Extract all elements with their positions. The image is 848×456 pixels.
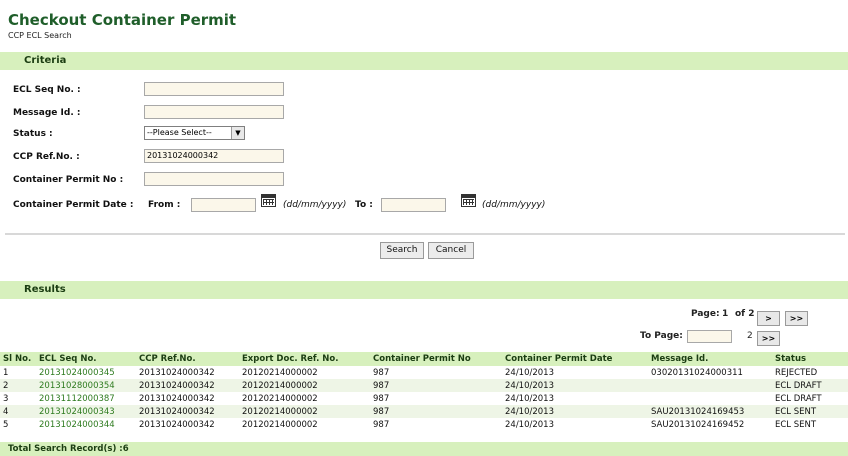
next-page-button[interactable]: > <box>757 311 780 326</box>
criteria-divider <box>5 233 845 235</box>
container-permit-no-input[interactable] <box>144 172 284 186</box>
last-page-button[interactable]: >> <box>785 311 808 326</box>
cell-permit-no: 987 <box>370 379 502 392</box>
cell-ecl-seq-link[interactable]: 20131112000387 <box>36 392 136 405</box>
criteria-title: Criteria <box>24 55 67 66</box>
calendar-icon[interactable] <box>261 194 276 207</box>
cancel-button[interactable]: Cancel <box>428 242 474 259</box>
col-ccp-ref-no: CCP Ref.No. <box>136 352 239 366</box>
message-id-input[interactable] <box>144 105 284 119</box>
message-id-label: Message Id. : <box>13 108 81 118</box>
cell-sl-no: 5 <box>3 419 9 430</box>
cell-export-doc: 20120214000002 <box>242 367 318 378</box>
cell-ecl-seq-link[interactable]: 20131024000345 <box>36 366 136 379</box>
table-row: 2 20131028000354 20131024000342 20120214… <box>0 379 848 392</box>
cell-sl-no: 4 <box>0 405 36 418</box>
container-permit-no-label: Container Permit No : <box>13 175 124 185</box>
ccp-ref-label: CCP Ref.No. : <box>13 152 80 162</box>
total-records-bar: Total Search Record(s) :6 <box>0 442 848 456</box>
col-container-permit-no: Container Permit No <box>370 352 502 366</box>
to-page-max: 2 <box>747 331 753 341</box>
cell-ccp-ref: 20131024000342 <box>139 419 215 430</box>
cell-ccp-ref: 20131024000342 <box>139 367 215 378</box>
status-label: Status : <box>13 129 53 139</box>
page-label: Page: <box>691 309 720 319</box>
page-title: Checkout Container Permit <box>8 11 237 29</box>
page-total: of 2 <box>735 309 755 319</box>
chevron-down-icon[interactable]: ▼ <box>231 127 244 139</box>
cell-permit-no: 987 <box>373 367 390 378</box>
cell-message-id: SAU20131024169452 <box>651 419 745 430</box>
cell-sl-no: 1 <box>3 367 9 378</box>
table-row: 1 20131024000345 20131024000342 20120214… <box>0 366 848 379</box>
ecl-seq-label: ECL Seq No. : <box>13 85 81 95</box>
to-date-format: (dd/mm/yyyy) <box>482 200 546 210</box>
col-message-id: Message Id. <box>648 352 772 366</box>
col-status: Status <box>772 352 848 366</box>
cell-message-id <box>648 379 772 392</box>
cell-status: ECL SENT <box>775 419 817 430</box>
table-header-row: Sl No. ECL Seq No. CCP Ref.No. Export Do… <box>0 352 848 366</box>
cell-status: ECL DRAFT <box>775 393 822 404</box>
page-subtitle: CCP ECL Search <box>8 31 72 40</box>
cell-message-id <box>648 392 772 405</box>
container-permit-date-label: Container Permit Date : <box>13 200 134 210</box>
go-to-page-button[interactable]: >> <box>757 331 780 346</box>
cell-ecl-seq-link[interactable]: 20131028000354 <box>36 379 136 392</box>
cell-ccp-ref: 20131024000342 <box>136 405 239 418</box>
cell-permit-date: 24/10/2013 <box>505 367 554 378</box>
cell-permit-date: 24/10/2013 <box>502 405 648 418</box>
cell-permit-date: 24/10/2013 <box>505 393 554 404</box>
results-header: Results <box>0 281 848 299</box>
cell-status: ECL DRAFT <box>772 379 848 392</box>
col-ecl-seq-no: ECL Seq No. <box>36 352 136 366</box>
to-page-input[interactable] <box>687 330 732 343</box>
results-table: Sl No. ECL Seq No. CCP Ref.No. Export Do… <box>0 352 848 431</box>
cell-status: REJECTED <box>775 367 818 378</box>
cell-export-doc: 20120214000002 <box>242 419 318 430</box>
from-date-format: (dd/mm/yyyy) <box>283 200 347 210</box>
cell-ecl-seq-link[interactable]: 20131024000344 <box>36 418 136 431</box>
status-selected-value: --Please Select-- <box>147 128 212 137</box>
cell-sl-no: 2 <box>0 379 36 392</box>
to-page-label: To Page: <box>640 331 683 341</box>
cell-ccp-ref: 20131024000342 <box>136 379 239 392</box>
status-select[interactable]: --Please Select-- ▼ <box>144 126 245 140</box>
cell-permit-no: 987 <box>373 393 390 404</box>
cell-permit-no: 987 <box>370 405 502 418</box>
table-row: 3 20131112000387 20131024000342 20120214… <box>0 392 848 405</box>
col-container-permit-date: Container Permit Date <box>502 352 648 366</box>
from-label: From : <box>148 200 181 210</box>
page-current: 1 <box>722 309 729 319</box>
cell-export-doc: 20120214000002 <box>242 393 318 404</box>
col-export-doc-ref: Export Doc. Ref. No. <box>239 352 370 366</box>
results-title: Results <box>24 284 66 295</box>
table-row: 4 20131024000343 20131024000342 20120214… <box>0 405 848 418</box>
from-date-input[interactable] <box>191 198 256 212</box>
total-records: Total Search Record(s) :6 <box>8 444 129 454</box>
cell-permit-date: 24/10/2013 <box>505 419 554 430</box>
cell-message-id: 03020131024000311 <box>651 367 743 378</box>
to-label: To : <box>355 200 373 210</box>
cell-export-doc: 20120214000002 <box>239 379 370 392</box>
calendar-icon[interactable] <box>461 194 476 207</box>
table-row: 5 20131024000344 20131024000342 20120214… <box>0 418 848 431</box>
cell-sl-no: 3 <box>3 393 9 404</box>
cell-status: ECL SENT <box>772 405 848 418</box>
cell-permit-no: 987 <box>373 419 390 430</box>
col-sl-no: Sl No. <box>0 352 36 366</box>
search-button[interactable]: Search <box>380 242 424 259</box>
ecl-seq-input[interactable] <box>144 82 284 96</box>
cell-export-doc: 20120214000002 <box>239 405 370 418</box>
cell-message-id: SAU20131024169453 <box>648 405 772 418</box>
cell-ccp-ref: 20131024000342 <box>139 393 215 404</box>
criteria-header: Criteria <box>0 52 848 70</box>
to-date-input[interactable] <box>381 198 446 212</box>
cell-permit-date: 24/10/2013 <box>502 379 648 392</box>
ccp-ref-input[interactable]: 20131024000342 <box>144 149 284 163</box>
cell-ecl-seq-link[interactable]: 20131024000343 <box>36 405 136 418</box>
